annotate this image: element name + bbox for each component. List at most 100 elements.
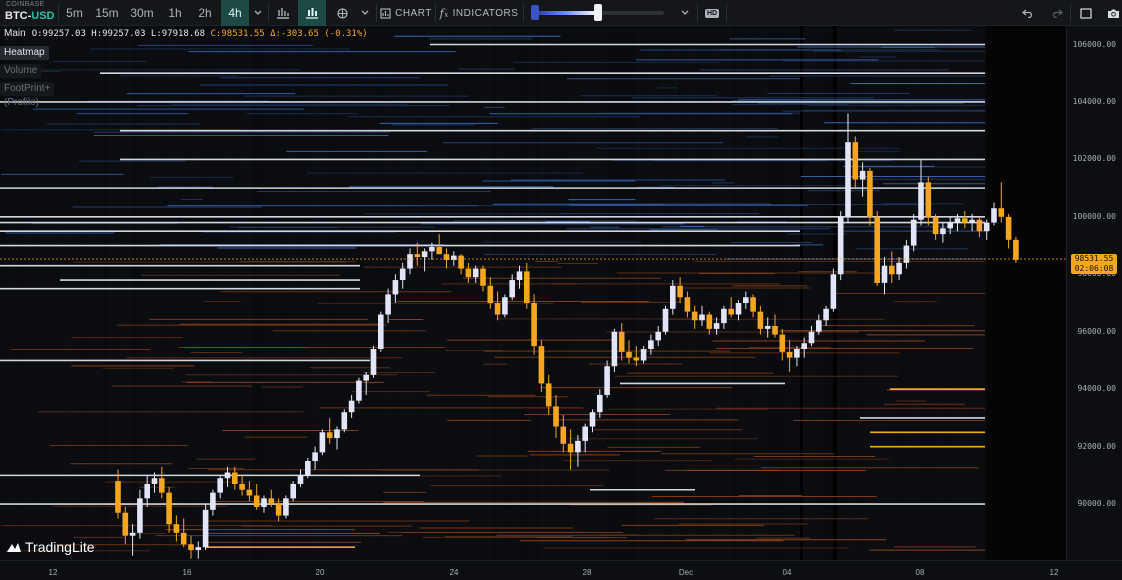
low-value: L:97918.68 bbox=[150, 29, 206, 39]
candle-body bbox=[246, 489, 253, 496]
price-tick-label: 106000.00 bbox=[1072, 39, 1116, 49]
camera-icon[interactable] bbox=[1103, 0, 1122, 26]
heatmap-cell bbox=[594, 26, 600, 560]
main-pane-label: Main bbox=[4, 28, 26, 39]
candle-body bbox=[896, 262, 902, 275]
timeframe-5m[interactable]: 5m bbox=[60, 0, 89, 26]
heatmap-cell bbox=[642, 26, 648, 560]
candle-body bbox=[626, 351, 632, 358]
candle-body bbox=[801, 343, 807, 349]
heatmap-range-fill bbox=[536, 11, 598, 15]
candle-body bbox=[202, 509, 209, 548]
candle-body bbox=[706, 314, 713, 329]
candle-body bbox=[334, 429, 340, 439]
layer-volume[interactable]: Volume bbox=[0, 64, 42, 78]
candle-body bbox=[232, 472, 238, 484]
candle-body bbox=[472, 268, 479, 278]
candle-body bbox=[640, 348, 647, 361]
candle-body bbox=[217, 478, 223, 493]
candle-body bbox=[458, 255, 464, 269]
heatmap-cell bbox=[66, 26, 72, 560]
candle-body bbox=[370, 348, 377, 375]
candle-body bbox=[399, 268, 406, 281]
candle-body bbox=[538, 346, 545, 384]
time-tick-label: 12 bbox=[1049, 568, 1059, 577]
candle-body bbox=[283, 498, 289, 516]
candle-body bbox=[947, 222, 953, 229]
toolbar-divider bbox=[268, 4, 269, 22]
candle-body bbox=[414, 254, 421, 258]
candle-body bbox=[326, 432, 333, 439]
candle-body bbox=[589, 412, 596, 427]
candle-body bbox=[991, 208, 997, 223]
heatmap-cell bbox=[660, 26, 666, 560]
heatmap-cell bbox=[546, 26, 552, 560]
heatmap-cell bbox=[768, 26, 774, 560]
candle-body bbox=[224, 472, 231, 479]
heatmap-cell bbox=[60, 26, 66, 560]
layer-heatmap[interactable]: Heatmap bbox=[0, 46, 49, 60]
symbol-name: BTC-USD bbox=[5, 10, 55, 22]
timeframe-1h[interactable]: 1h bbox=[161, 0, 189, 26]
open-value: O:99257.03 bbox=[31, 29, 86, 39]
heatmap-range-handle-high[interactable] bbox=[594, 4, 602, 21]
candle-body bbox=[1005, 216, 1012, 240]
candle-body bbox=[794, 348, 800, 358]
candle-chart-type-icon[interactable] bbox=[298, 0, 326, 26]
time-tick-label: 28 bbox=[582, 568, 592, 577]
candle-body bbox=[363, 374, 369, 381]
candle-body bbox=[786, 351, 793, 358]
candle-body bbox=[867, 170, 873, 217]
timeframe-2h[interactable]: 2h bbox=[191, 0, 219, 26]
chart-canvas[interactable] bbox=[0, 26, 1066, 560]
candle-body bbox=[772, 326, 778, 335]
fullscreen-icon[interactable] bbox=[1076, 0, 1096, 26]
heatmap-cell bbox=[810, 26, 816, 560]
layer-footprint[interactable]: FootPrint+ (Profile) bbox=[0, 82, 55, 108]
close-value: C:98531.55 bbox=[210, 29, 265, 39]
heatmap-settings-dropdown-icon[interactable] bbox=[677, 0, 693, 26]
price-axis[interactable]: 106000.00104000.00102000.00100000.009800… bbox=[1066, 26, 1122, 560]
time-axis[interactable]: 12 16 20 24 28 Dec 04 08 12 bbox=[0, 560, 1122, 580]
price-tick-label: 100000.00 bbox=[1072, 211, 1116, 221]
candle-body bbox=[859, 170, 866, 180]
exchange-label: COINBASE bbox=[6, 1, 45, 8]
heatmap-cell bbox=[462, 26, 468, 560]
candle-body bbox=[969, 219, 975, 223]
heatmap-cell bbox=[732, 26, 738, 560]
redo-icon[interactable] bbox=[1047, 0, 1067, 26]
heatmap-range-handle-low[interactable] bbox=[531, 5, 539, 20]
heatmap-cell bbox=[78, 26, 84, 560]
candle-body bbox=[261, 498, 267, 507]
hd-toggle[interactable]: HD bbox=[702, 0, 722, 26]
timeframe-30m[interactable]: 30m bbox=[125, 0, 159, 26]
heatmap-cell bbox=[816, 26, 822, 560]
gap-marker bbox=[800, 26, 803, 560]
heatmap-cell bbox=[792, 26, 798, 560]
heatmap-cell bbox=[780, 26, 786, 560]
heatmap-cell bbox=[774, 26, 780, 560]
heatmap-cell bbox=[636, 26, 642, 560]
heatmap-cell bbox=[576, 26, 582, 560]
indicators-button[interactable]: fx INDICATORS bbox=[440, 0, 518, 26]
candle-body bbox=[253, 495, 260, 507]
timeframe-dropdown-icon[interactable] bbox=[250, 0, 266, 26]
toolbar-divider bbox=[58, 4, 59, 22]
candle-body bbox=[889, 265, 895, 275]
heatmap-cell bbox=[84, 26, 90, 560]
candle-body bbox=[151, 478, 158, 484]
heatmap-cell bbox=[630, 26, 636, 560]
toolbar-divider bbox=[1070, 4, 1071, 22]
undo-icon[interactable] bbox=[1018, 0, 1038, 26]
drawing-tools-icon[interactable] bbox=[330, 0, 354, 26]
heatmap-cell bbox=[618, 26, 624, 560]
heatmap-cell bbox=[114, 26, 120, 560]
chart-settings-button[interactable]: CHART bbox=[380, 0, 432, 26]
drawing-dropdown-icon[interactable] bbox=[357, 0, 373, 26]
timeframe-15m[interactable]: 15m bbox=[91, 0, 123, 26]
bar-chart-type-icon[interactable] bbox=[270, 0, 296, 26]
candle-body bbox=[137, 498, 143, 533]
candle-body bbox=[662, 308, 669, 332]
timeframe-4h[interactable]: 4h bbox=[221, 0, 249, 26]
candle-body bbox=[633, 357, 640, 361]
